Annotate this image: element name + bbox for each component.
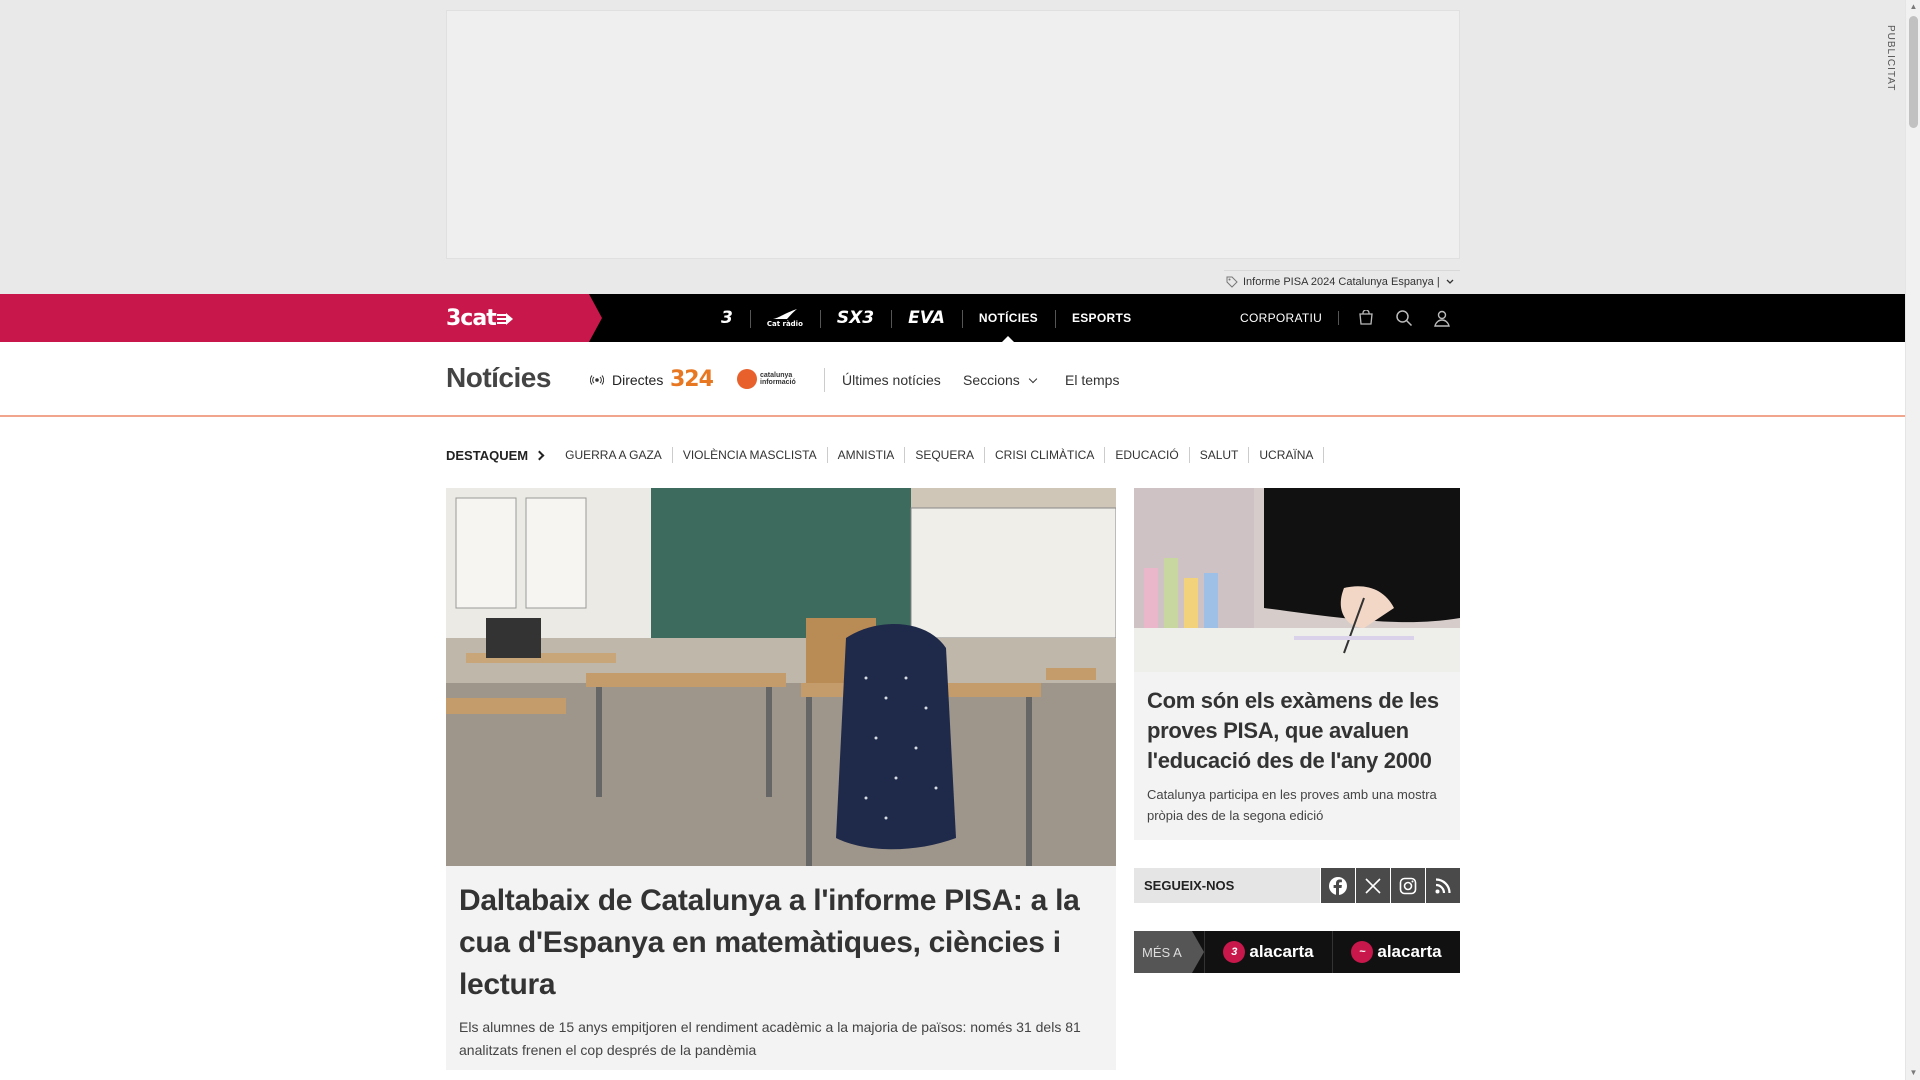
catinfo-dot-icon: [737, 369, 757, 389]
channel-list: 3 Cat ràdio SX3 EVA NOTÍCIES ESPORTS: [704, 294, 1148, 342]
324-logo-text: 324: [670, 367, 714, 392]
highlight-item[interactable]: SEQUERA: [905, 447, 985, 463]
page-title[interactable]: Notícies: [446, 362, 551, 394]
classroom-photo[interactable]: [446, 488, 1116, 866]
tag-icon: [1226, 276, 1238, 288]
channel-tv3[interactable]: 3: [704, 294, 750, 342]
exam-photo[interactable]: [1134, 488, 1460, 672]
instagram-icon[interactable]: [1391, 868, 1426, 903]
corporatiu-link[interactable]: CORPORATIU: [1240, 311, 1340, 325]
catradio-badge-icon: ~: [1351, 941, 1374, 963]
scrollbar-thumb[interactable]: [1909, 16, 1918, 128]
side-article-title[interactable]: Com són els exàmens de les proves PISA, …: [1147, 686, 1447, 776]
main-nav: 3cat 3 Cat ràdio SX3 EVA NOTÍCIES ESPORT…: [0, 294, 1905, 342]
facebook-icon[interactable]: [1321, 868, 1356, 903]
ad-label: PUBLICITAT: [1885, 25, 1896, 92]
ultimes-noticies-link[interactable]: Últimes notícies: [842, 372, 941, 388]
rss-icon[interactable]: [1426, 868, 1460, 903]
channel-sx3[interactable]: SX3: [819, 294, 891, 342]
scrollbar[interactable]: ▲ ▼: [1905, 0, 1920, 1080]
catalunya-informacio-logo[interactable]: catalunya informació: [737, 369, 810, 389]
3alacarta-label: alacarta: [1249, 942, 1314, 961]
mes-a-bar: MÉS A 3 alacarta ~ alacarta: [1134, 931, 1460, 973]
search-icon[interactable]: [1385, 294, 1423, 342]
main-article-title[interactable]: Daltabaix de Catalunya a l'informe PISA:…: [459, 880, 1099, 1006]
alacarta-label: alacarta: [1377, 942, 1442, 961]
nav-noticies-label: NOTÍCIES: [978, 311, 1038, 325]
live-icon: [590, 375, 604, 385]
nav-esports-label: ESPORTS: [1071, 311, 1132, 325]
main-article-summary: Els alumnes de 15 anys empitjoren el ren…: [459, 1019, 1081, 1058]
directes-label: Directes: [612, 372, 664, 388]
topic-bar[interactable]: Informe PISA 2024 Catalunya Espanya |: [1224, 270, 1460, 292]
destaquem-label: DESTAQUEM: [446, 447, 545, 463]
main-article[interactable]: Daltabaix de Catalunya a l'informe PISA:…: [446, 488, 1116, 1070]
channel-catradio-label: Cat ràdio: [766, 320, 803, 328]
divider: [824, 368, 825, 392]
catradio-icon: [772, 309, 797, 319]
section-header: Notícies Directes 324 catalunya informac…: [0, 342, 1905, 417]
follow-us-label: SEGUEIX-NOS: [1134, 868, 1321, 903]
3alacarta-badge-icon: 3: [1223, 941, 1246, 963]
seccions-label: Seccions: [963, 372, 1020, 388]
chevron-right-icon: [534, 450, 545, 460]
highlight-item[interactable]: EDUCACIÓ: [1105, 447, 1190, 463]
324-logo[interactable]: 324: [670, 367, 714, 392]
side-article-summary: Catalunya participa en les proves amb un…: [1147, 787, 1437, 823]
destaquem-text: DESTAQUEM: [446, 447, 529, 463]
chevron-down-icon: [1028, 374, 1038, 384]
catinfo-label: catalunya informació: [760, 372, 796, 386]
ad-zone: PUBLICITAT Informe PISA 2024 Catalunya E…: [0, 0, 1905, 294]
user-icon[interactable]: [1423, 294, 1461, 342]
3alacarta-link[interactable]: 3 alacarta: [1204, 931, 1332, 973]
highlight-item[interactable]: UCRAÏNA: [1249, 447, 1325, 463]
highlight-item[interactable]: GUERRA A GAZA: [555, 447, 673, 463]
logo-zone: 3cat: [0, 294, 602, 342]
channel-eva[interactable]: EVA: [891, 294, 962, 342]
topic-bar-text: Informe PISA 2024 Catalunya Espanya |: [1243, 275, 1440, 288]
highlight-item[interactable]: SALUT: [1190, 447, 1250, 463]
channel-sx3-label: SX3: [836, 308, 875, 328]
highlights-bar: DESTAQUEM GUERRA A GAZA VIOLÈNCIA MASCLI…: [446, 446, 1325, 464]
mes-a-label: MÉS A: [1134, 931, 1204, 973]
main-article-body: Daltabaix de Catalunya a l'informe PISA:…: [459, 880, 1099, 1062]
highlight-item[interactable]: VIOLÈNCIA MASCLISTA: [673, 447, 828, 463]
highlight-item[interactable]: AMNISTIA: [828, 447, 906, 463]
arrow-icon: [496, 312, 513, 325]
scroll-down-icon[interactable]: ▼: [1906, 1066, 1920, 1080]
right-nav: CORPORATIU: [1240, 294, 1461, 342]
shop-icon[interactable]: [1347, 294, 1385, 342]
channel-catradio[interactable]: Cat ràdio: [749, 294, 820, 342]
channel-eva-label: EVA: [908, 308, 945, 328]
seccions-menu[interactable]: Seccions: [963, 372, 1038, 388]
x-icon[interactable]: [1356, 868, 1391, 903]
follow-us-bar: SEGUEIX-NOS: [1134, 868, 1460, 903]
nav-esports[interactable]: ESPORTS: [1054, 294, 1148, 342]
highlight-item[interactable]: CRISI CLIMÀTICA: [985, 447, 1106, 463]
chevron-down-icon[interactable]: [1445, 277, 1455, 287]
nav-noticies[interactable]: NOTÍCIES: [961, 294, 1055, 342]
side-article[interactable]: Com són els exàmens de les proves PISA, …: [1134, 488, 1460, 840]
page: PUBLICITAT Informe PISA 2024 Catalunya E…: [0, 0, 1905, 1080]
directes-link[interactable]: Directes: [590, 372, 663, 388]
logo-text: 3cat: [446, 306, 497, 331]
scroll-up-icon[interactable]: ▲: [1906, 0, 1920, 14]
alacarta-link[interactable]: ~ alacarta: [1332, 931, 1460, 973]
3cat-logo[interactable]: 3cat: [446, 306, 514, 331]
el-temps-link[interactable]: El temps: [1065, 372, 1119, 388]
ad-banner[interactable]: PUBLICITAT: [446, 10, 1896, 259]
side-article-body: Com són els exàmens de les proves PISA, …: [1147, 686, 1447, 826]
channel-tv3-label: 3: [721, 308, 733, 328]
